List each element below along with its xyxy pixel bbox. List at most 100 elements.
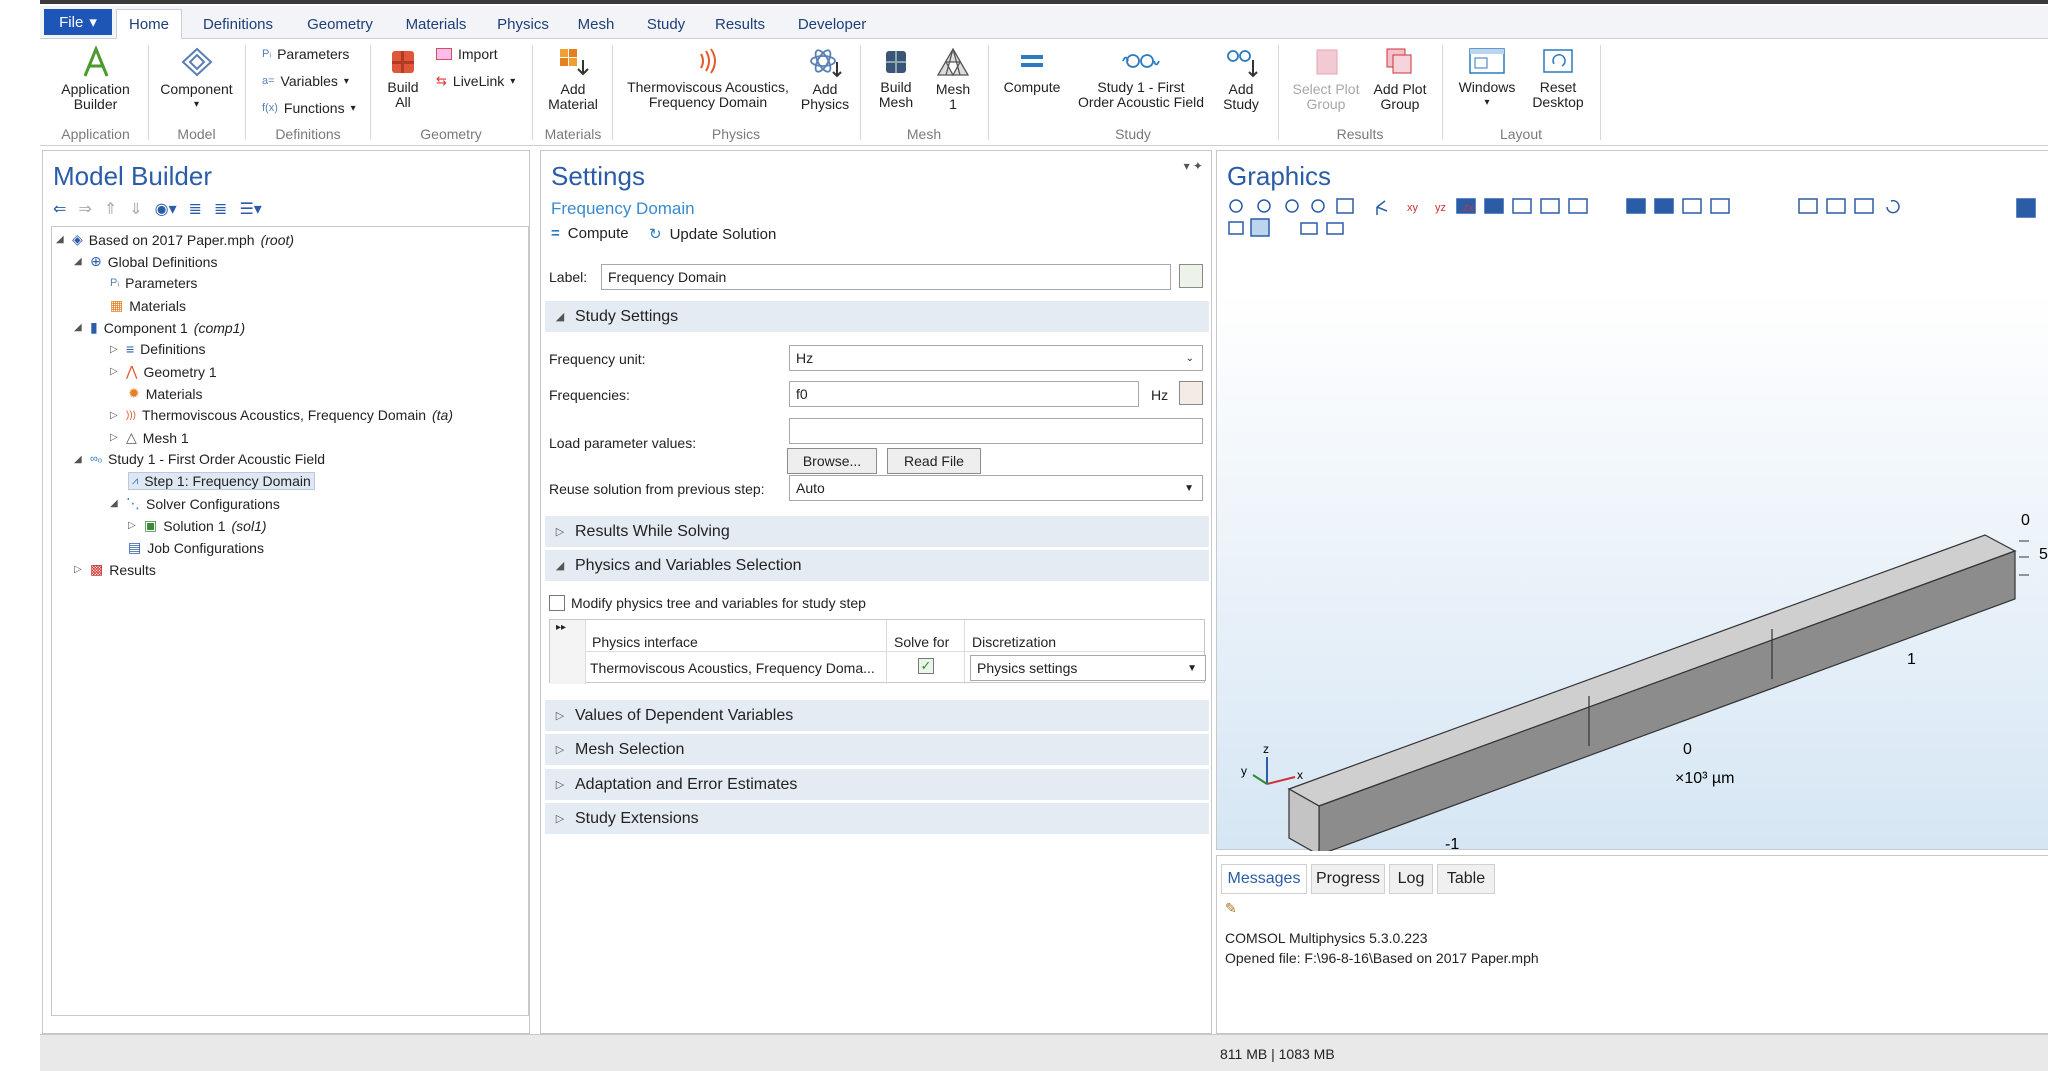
axis-view-icon[interactable] xyxy=(1376,200,1388,215)
tab-mesh[interactable]: Mesh xyxy=(568,9,624,39)
tree-node-solution[interactable]: ▷ ▣ Solution 1 (sol1) xyxy=(128,517,267,534)
print-icon[interactable] xyxy=(1326,222,1344,235)
zoom-out-icon[interactable] xyxy=(1257,199,1271,213)
tab-messages[interactable]: Messages xyxy=(1221,864,1307,894)
yz-view-icon[interactable]: yz xyxy=(1435,202,1446,214)
mesh1-button[interactable]: Mesh 1 xyxy=(926,46,980,112)
tree-node-job-configurations[interactable]: ▤ Job Configurations xyxy=(128,539,264,556)
expand-icon[interactable]: ≣ xyxy=(214,199,227,219)
zoom-selected-icon[interactable] xyxy=(1311,199,1325,213)
collapse-toggle-icon[interactable]: ▷ xyxy=(110,366,120,377)
range-icon[interactable] xyxy=(1179,381,1203,405)
tab-materials[interactable]: Materials xyxy=(394,9,478,39)
select-plot-group-button[interactable]: Select Plot Group xyxy=(1284,46,1368,112)
add-physics-button[interactable]: Add Physics xyxy=(800,46,850,112)
tree-node-parameters[interactable]: Pᵢ Parameters xyxy=(110,275,197,291)
pin-icon[interactable]: ▾ ✦ xyxy=(1184,159,1203,173)
view-icon[interactable] xyxy=(1568,198,1588,214)
build-all-button[interactable]: Build All xyxy=(378,46,428,110)
grid-icon[interactable] xyxy=(1854,198,1874,214)
build-mesh-button[interactable]: Build Mesh xyxy=(868,46,924,110)
tree-node-definitions[interactable]: ▷ ≡ Definitions xyxy=(110,341,206,357)
update-solution-link[interactable]: ↻ Update Solution xyxy=(649,225,776,244)
perspective-icon[interactable] xyxy=(1250,218,1270,237)
expand-toggle-icon[interactable]: ◢ xyxy=(74,256,84,267)
section-study-settings[interactable]: ◢ Study Settings xyxy=(545,301,1209,332)
section-mesh-selection[interactable]: ▷ Mesh Selection xyxy=(545,734,1209,765)
windows-button[interactable]: Windows ▾ xyxy=(1448,46,1526,110)
discretization-select[interactable]: Physics settings ▼ xyxy=(970,655,1206,681)
scene-light-icon[interactable] xyxy=(1228,221,1244,235)
expand-toggle-icon[interactable]: ◢ xyxy=(74,454,84,465)
select-icon[interactable] xyxy=(1710,198,1730,214)
zoom-extents-icon[interactable] xyxy=(1336,198,1354,214)
tree-node-geometry[interactable]: ▷ ⋀ Geometry 1 xyxy=(110,363,217,380)
section-adaptation[interactable]: ▷ Adaptation and Error Estimates xyxy=(545,769,1209,800)
tab-study[interactable]: Study xyxy=(636,9,696,39)
clear-icon[interactable]: ✎ xyxy=(1225,900,1237,917)
modify-physics-checkbox[interactable] xyxy=(549,595,565,611)
zoom-in-icon[interactable] xyxy=(1229,199,1243,213)
tab-table[interactable]: Table xyxy=(1437,864,1495,894)
list-menu-icon[interactable]: ☰▾ xyxy=(239,199,261,219)
variables-button[interactable]: a= Variables ▾ xyxy=(262,73,349,89)
tab-physics[interactable]: Physics xyxy=(490,9,556,39)
add-study-button[interactable]: Add Study xyxy=(1214,46,1268,112)
browse-button[interactable]: Browse... xyxy=(787,448,877,474)
table-row[interactable]: Thermoviscous Acoustics, Frequency Doma.… xyxy=(586,652,1206,684)
expand-toggle-icon[interactable]: ◢ xyxy=(110,498,120,509)
component-button[interactable]: Component ▾ xyxy=(154,46,239,112)
tree-node-global-materials[interactable]: ▦ Materials xyxy=(110,297,186,314)
solve-for-checkbox[interactable]: ✓ xyxy=(918,658,934,674)
show-icon[interactable]: ◉▾ xyxy=(155,199,177,219)
compute-button[interactable]: Compute xyxy=(996,46,1068,95)
thermoviscous-acoustics-button[interactable]: Thermoviscous Acoustics, Frequency Domai… xyxy=(618,46,798,110)
geometry-view[interactable]: 1 0 ×10³ µm -1 0 5 xyxy=(1217,241,2048,851)
wireframe-icon[interactable] xyxy=(1798,198,1818,214)
section-dependent-variables[interactable]: ▷ Values of Dependent Variables xyxy=(545,700,1209,731)
reuse-solution-select[interactable]: Auto ▼ xyxy=(789,475,1203,501)
compute-link[interactable]: = Compute xyxy=(551,225,629,242)
reset-view-icon[interactable] xyxy=(1886,199,1900,214)
reset-desktop-button[interactable]: Reset Desktop xyxy=(1526,46,1590,110)
section-study-extensions[interactable]: ▷ Study Extensions xyxy=(545,803,1209,834)
collapse-toggle-icon[interactable]: ▷ xyxy=(110,344,120,355)
tree-node-results[interactable]: ▷ ▩ Results xyxy=(74,561,156,578)
load-parameter-input[interactable] xyxy=(789,418,1203,444)
tree-node-component[interactable]: ◢ ▮ Component 1 (comp1) xyxy=(74,319,245,336)
read-file-button[interactable]: Read File xyxy=(887,448,981,474)
expand-toggle-icon[interactable]: ◢ xyxy=(56,234,66,245)
selected-tree-item[interactable]: ⩘ Step 1: Frequency Domain xyxy=(128,472,315,490)
collapse-icon[interactable]: ≣ xyxy=(189,199,202,219)
tab-geometry[interactable]: Geometry xyxy=(298,9,382,39)
import-button[interactable]: Import xyxy=(436,46,498,62)
section-physics-variables[interactable]: ◢ Physics and Variables Selection xyxy=(545,550,1209,581)
label-edit-icon[interactable] xyxy=(1179,264,1203,288)
zoom-box-icon[interactable] xyxy=(1285,199,1299,213)
tree-node-solver-configurations[interactable]: ◢ ⋱ Solver Configurations xyxy=(110,495,280,512)
functions-button[interactable]: f(x) Functions ▾ xyxy=(262,100,356,116)
camera-icon[interactable] xyxy=(1300,222,1318,235)
tree-node-mesh[interactable]: ▷ △ Mesh 1 xyxy=(110,429,189,446)
tab-log[interactable]: Log xyxy=(1389,864,1433,894)
select-icon[interactable] xyxy=(1654,198,1674,214)
tab-home[interactable]: Home xyxy=(116,9,182,39)
collapse-toggle-icon[interactable]: ▷ xyxy=(128,520,138,531)
zx-view-icon[interactable]: zx xyxy=(1463,202,1475,214)
select-icon[interactable] xyxy=(1682,198,1702,214)
livelink-button[interactable]: ⇆ LiveLink ▾ xyxy=(436,73,515,89)
section-results-while-solving[interactable]: ▷ Results While Solving xyxy=(545,516,1209,547)
expand-toggle-icon[interactable]: ◢ xyxy=(74,322,84,333)
parameters-button[interactable]: Pᵢ Parameters xyxy=(262,46,349,62)
collapse-toggle-icon[interactable]: ▷ xyxy=(74,564,84,575)
tab-developer[interactable]: Developer xyxy=(784,9,880,39)
file-menu-button[interactable]: File ▾ xyxy=(44,9,112,35)
arrow-right-icon[interactable]: ⇒ xyxy=(78,199,91,219)
tree-node-study[interactable]: ◢ ∞ₒ Study 1 - First Order Acoustic Field xyxy=(74,451,325,467)
view-icon[interactable] xyxy=(1540,198,1560,214)
add-material-button[interactable]: Add Material xyxy=(538,46,608,112)
view-icon[interactable] xyxy=(1484,198,1504,214)
panel-icon[interactable] xyxy=(2016,198,2036,218)
tab-results[interactable]: Results xyxy=(708,9,772,39)
tab-progress[interactable]: Progress xyxy=(1311,864,1385,894)
